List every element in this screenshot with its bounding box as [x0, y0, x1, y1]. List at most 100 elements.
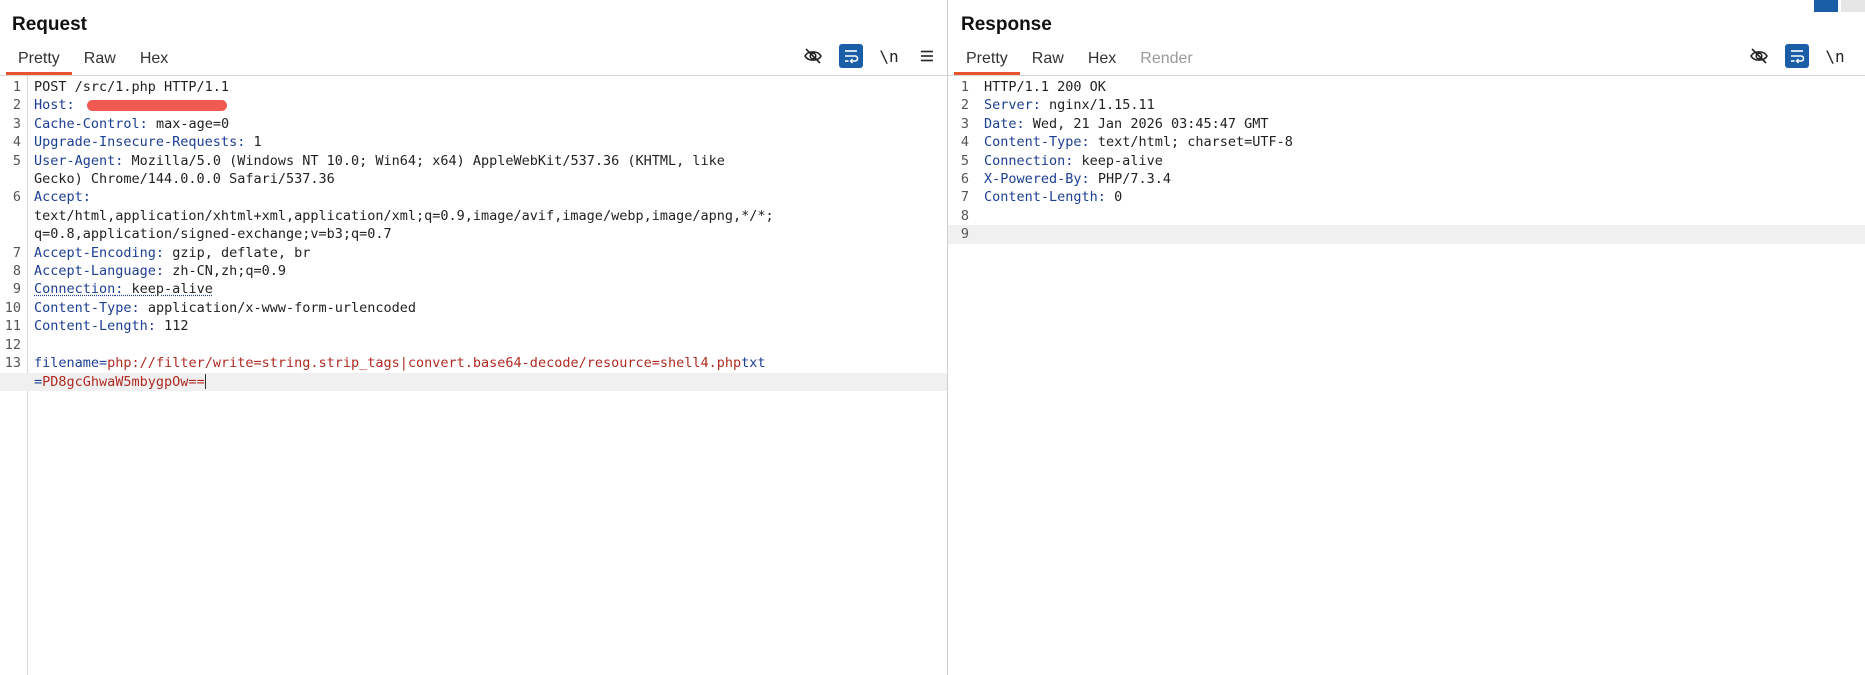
header-line: 8 Accept-Language: zh-CN,zh;q=0.9 [0, 262, 947, 280]
newline-toggle-icon[interactable]: \n [1823, 44, 1847, 68]
response-title: Response [961, 14, 1052, 35]
empty-line: 9​ [948, 225, 1865, 244]
header-line-wrap: text/html,application/xhtml+xml,applicat… [0, 207, 947, 225]
line-number: 6 [960, 171, 969, 188]
header-name: Accept-Language [34, 263, 156, 280]
tab-pretty[interactable]: Pretty [954, 46, 1020, 75]
header-name: Content-Type [34, 299, 132, 316]
header-name: Content-Length [984, 189, 1098, 206]
layout-split-icon[interactable] [1814, 0, 1838, 12]
line-number: 10 [4, 299, 21, 316]
header-value: gzip, deflate, br [172, 244, 311, 261]
header-value: keep-alive [131, 281, 213, 298]
param-eq: = [34, 373, 43, 390]
line-number: 5 [960, 152, 969, 169]
header-value: application/x-www-form-urlencoded [147, 299, 417, 316]
line-number: 3 [12, 115, 21, 132]
header-line: 2 Server: nginx/1.15.11 [948, 96, 1865, 114]
header-sep: : [82, 189, 91, 206]
header-value: 0 [1114, 189, 1123, 206]
line-number: 12 [4, 336, 21, 353]
line-number: 3 [960, 115, 969, 132]
header-sep: : [131, 299, 148, 316]
header-name: Server [984, 97, 1033, 114]
request-tabs: Pretty Raw Hex [6, 46, 180, 75]
tab-hex[interactable]: Hex [128, 46, 180, 75]
header-value: Mozilla/5.0 (Windows NT 10.0; Win64; x64… [131, 152, 725, 169]
line-number: 6 [12, 189, 21, 206]
header-sep: : [66, 97, 83, 114]
body-line-wrap: =PD8gcGhwaW5mbygpOw== [0, 372, 947, 391]
newline-toggle-icon[interactable]: \n [877, 44, 901, 68]
header-value: 112 [164, 318, 189, 335]
header-name: Connection [34, 281, 116, 298]
header-value-cont: Gecko) Chrome/144.0.0.0 Safari/537.36 [34, 171, 335, 188]
status-line: 1 HTTP/1.1 200 OK [948, 78, 1865, 96]
line-number: 1 [960, 79, 969, 95]
header-name: Host [34, 97, 67, 114]
header-name: Connection [984, 152, 1066, 169]
tab-raw[interactable]: Raw [72, 46, 128, 75]
header-value: max-age=0 [155, 115, 230, 132]
header-line: 5 Connection: keep-alive [948, 152, 1865, 170]
param-key: filename [34, 355, 100, 372]
header-sep: : [1081, 134, 1098, 151]
text-caret [204, 374, 206, 389]
header-line: 3 Cache-Control: max-age=0 [0, 115, 947, 133]
request-editor[interactable]: 1 POST /src/1.php HTTP/1.1 2 Host: 3 Cache-… [0, 76, 947, 675]
header-value: zh-CN,zh;q=0.9 [172, 263, 286, 280]
header-name: Content-Length [34, 318, 148, 335]
header-line: 4 Upgrade-Insecure-Requests: 1 [0, 133, 947, 151]
redaction-mark [86, 99, 227, 111]
header-line: 6 Accept: [0, 188, 947, 206]
empty-line: 8​ [948, 207, 1865, 225]
response-pane: Response Pretty Raw Hex Render \n 1 HTTP/… [948, 0, 1865, 675]
header-line-wrap: q=0.8,application/signed-exchange;v=b3;q… [0, 225, 947, 243]
empty-line: 12​ [0, 336, 947, 354]
response-editor[interactable]: 1 HTTP/1.1 200 OK 2 Server: nginx/1.15.11 … [948, 76, 1865, 675]
layout-stack-icon[interactable] [1841, 0, 1865, 12]
header-sep: : [147, 318, 165, 335]
header-line: 3 Date: Wed, 21 Jan 2026 03:45:47 GMT [948, 115, 1865, 133]
header-sep: : [155, 263, 173, 280]
header-line: 10 Content-Type: application/x-www-form-u… [0, 299, 947, 317]
eye-off-icon[interactable] [801, 44, 825, 68]
menu-icon[interactable] [915, 44, 939, 68]
header-line-wrap: Gecko) Chrome/144.0.0.0 Safari/537.36 [0, 170, 947, 188]
header-value: PHP/7.3.4 [1097, 171, 1171, 188]
word-wrap-icon[interactable] [1785, 44, 1809, 68]
header-value: 1 [253, 134, 262, 151]
param-value: PD8gcGhwaW5mbygpOw== [42, 373, 205, 390]
line-number: 5 [12, 152, 21, 169]
header-name: Cache-Control [34, 115, 140, 132]
response-tabs: Pretty Raw Hex Render [954, 46, 1205, 75]
tab-render[interactable]: Render [1128, 46, 1204, 75]
line-number: 11 [4, 318, 21, 335]
header-sep: : [139, 115, 156, 132]
header-value: text/html; charset=UTF-8 [1097, 134, 1293, 151]
line-number: 8 [960, 207, 969, 224]
header-sep: : [1032, 97, 1050, 114]
header-sep: : [237, 134, 254, 151]
response-toolbar: \n [1747, 44, 1847, 68]
tab-raw[interactable]: Raw [1020, 46, 1076, 75]
header-name: Upgrade-Insecure-Requests [34, 134, 238, 151]
eye-off-icon[interactable] [1747, 44, 1771, 68]
header-value: keep-alive [1081, 152, 1163, 169]
header-line: 6 X-Powered-By: PHP/7.3.4 [948, 170, 1865, 188]
tab-pretty[interactable]: Pretty [6, 46, 72, 75]
header-line: 9 Connection: keep-alive [0, 280, 947, 298]
header-value: Wed, 21 Jan 2026 03:45:47 GMT [1032, 115, 1269, 132]
header-sep: : [1081, 171, 1098, 188]
response-code: 1 HTTP/1.1 200 OK 2 Server: nginx/1.15.11 … [948, 78, 1865, 244]
line-number: 9 [960, 226, 969, 243]
request-line-text: POST /src/1.php HTTP/1.1 [34, 79, 230, 95]
word-wrap-icon[interactable] [839, 44, 863, 68]
header-name: Content-Type [984, 134, 1082, 151]
line-number: 2 [12, 97, 21, 114]
request-title: Request [12, 14, 87, 35]
header-line: 4 Content-Type: text/html; charset=UTF-8 [948, 133, 1865, 151]
header-sep: : [155, 244, 173, 261]
tab-hex[interactable]: Hex [1076, 46, 1128, 75]
line-number: 7 [12, 244, 21, 261]
